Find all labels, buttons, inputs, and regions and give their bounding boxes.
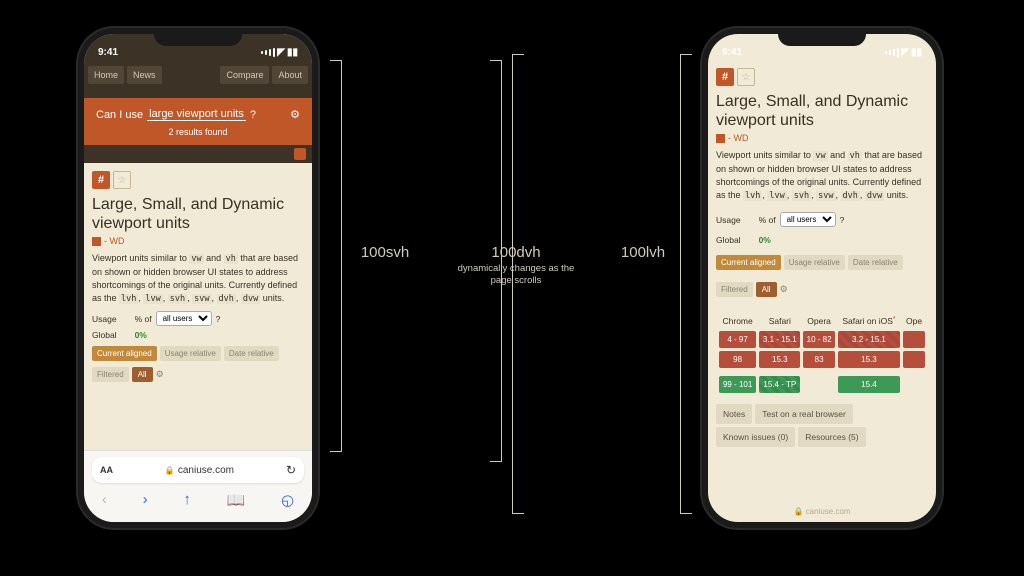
feature-desc: Viewport units similar to vw and vh that… xyxy=(716,149,928,202)
chip-usage-rel[interactable]: Usage relative xyxy=(784,255,845,270)
phone-left: 9:41 ◤ ▮▮ Home News Compare About Can I … xyxy=(78,28,318,528)
text-size-button[interactable]: AA xyxy=(100,465,113,475)
tab-test[interactable]: Test on a real browser xyxy=(755,404,853,424)
search-prefix: Can I use xyxy=(96,109,143,121)
star-icon[interactable]: ☆ xyxy=(113,171,131,189)
status-right-icons: ◤ ▮▮ xyxy=(261,47,298,58)
global-label: Global xyxy=(716,235,741,245)
bookmark-icon[interactable]: 📖 xyxy=(227,491,246,509)
sub-strip xyxy=(84,145,312,163)
phone-left-screen: 9:41 ◤ ▮▮ Home News Compare About Can I … xyxy=(84,34,312,522)
wifi-icon: ◤ xyxy=(277,47,285,58)
gear-icon[interactable]: ⚙ xyxy=(290,108,300,121)
support-row: 99 - 101 15.4 - TP 15.4 xyxy=(719,376,925,393)
usage-row: Usage % of all users ? xyxy=(716,212,928,227)
chip-current[interactable]: Current aligned xyxy=(92,346,157,361)
bracket-lvh xyxy=(680,54,692,514)
alignment-chips: Current aligned Usage relative Date rela… xyxy=(92,346,304,361)
footer-tabs: Notes Test on a real browser Known issue… xyxy=(716,404,928,447)
gear-icon[interactable]: ⚙ xyxy=(156,369,164,380)
notch xyxy=(154,28,242,46)
hash-icon[interactable]: # xyxy=(716,68,734,86)
nav-news[interactable]: News xyxy=(127,66,162,84)
global-label: Global xyxy=(92,330,117,340)
label-dvh: 100dvh dynamically changes as the page s… xyxy=(456,244,576,288)
safari-chrome: AA 🔒caniuse.com ↻ ‹ › ↑ 📖 ◵ xyxy=(84,450,312,522)
chip-current[interactable]: Current aligned xyxy=(716,255,781,270)
feature-title: Large, Small, and Dynamic viewport units xyxy=(92,195,304,233)
feature-desc: Viewport units similar to vw and vh that… xyxy=(92,252,304,305)
mini-address[interactable]: 🔒 caniuse.com xyxy=(708,507,936,516)
spec-status: - WD xyxy=(716,133,928,143)
spec-status: - WD xyxy=(92,236,304,246)
address-bar[interactable]: AA 🔒caniuse.com ↻ xyxy=(92,457,304,483)
nav-compare[interactable]: Compare xyxy=(220,66,269,84)
support-table: Chrome Safari Opera Safari on iOS* Ope 4… xyxy=(716,311,928,396)
tabs-icon[interactable]: ◵ xyxy=(281,491,294,509)
chip-all[interactable]: All xyxy=(756,282,777,297)
search-panel: Can I use large viewport units ? ⚙ 2 res… xyxy=(84,98,312,145)
feature-card: # ☆ Large, Small, and Dynamic viewport u… xyxy=(84,163,312,396)
support-row: 4 - 97 3.1 - 15.1 10 - 82 3.2 - 15.1 xyxy=(719,331,925,348)
battery-icon: ▮▮ xyxy=(911,47,922,58)
wifi-icon: ◤ xyxy=(901,47,909,58)
hash-icon[interactable]: # xyxy=(92,171,110,189)
usage-row: Usage % of all users ? xyxy=(92,311,304,326)
tab-known[interactable]: Known issues (0) xyxy=(716,427,795,447)
notch xyxy=(778,28,866,46)
global-pct: 0% xyxy=(759,235,771,245)
spec-icon xyxy=(716,134,725,143)
usage-select[interactable]: all users xyxy=(780,212,836,227)
nav-home[interactable]: Home xyxy=(88,66,124,84)
lock-icon: 🔒 xyxy=(793,507,803,516)
chip-usage-rel[interactable]: Usage relative xyxy=(160,346,221,361)
feature-title: Large, Small, and Dynamic viewport units xyxy=(716,92,928,130)
support-head: Chrome Safari Opera Safari on iOS* Ope xyxy=(719,314,925,328)
label-svh: 100svh xyxy=(350,244,420,261)
filter-icon[interactable] xyxy=(294,148,306,160)
alignment-chips: Current aligned Usage relative Date rela… xyxy=(716,255,928,270)
feature-card: # ☆ Large, Small, and Dynamic viewport u… xyxy=(708,34,936,522)
chip-date-rel[interactable]: Date relative xyxy=(848,255,903,270)
nav-about[interactable]: About xyxy=(272,66,308,84)
support-row: 98 15.3 83 15.3 xyxy=(719,351,925,368)
usage-select[interactable]: all users xyxy=(156,311,212,326)
status-time: 9:41 xyxy=(722,47,742,58)
chip-all[interactable]: All xyxy=(132,367,153,382)
reload-icon[interactable]: ↻ xyxy=(286,463,296,477)
back-icon[interactable]: ‹ xyxy=(102,491,107,508)
status-time: 9:41 xyxy=(98,47,118,58)
search-suffix: ? xyxy=(250,109,256,121)
label-lvh: 100lvh xyxy=(608,244,678,261)
phone-right-screen: 9:41 ◤ ▮▮ # ☆ Large, Small, and Dynamic … xyxy=(708,34,936,522)
share-icon[interactable]: ↑ xyxy=(183,491,191,508)
phone-right: 9:41 ◤ ▮▮ # ☆ Large, Small, and Dynamic … xyxy=(702,28,942,528)
safari-toolbar: ‹ › ↑ 📖 ◵ xyxy=(84,483,312,522)
spec-icon xyxy=(92,237,101,246)
global-pct: 0% xyxy=(135,330,147,340)
domain-label: caniuse.com xyxy=(178,465,234,476)
gear-icon[interactable]: ⚙ xyxy=(780,284,788,295)
chip-filtered[interactable]: Filtered xyxy=(92,367,129,382)
results-count: 2 results found xyxy=(168,127,227,137)
star-icon[interactable]: ☆ xyxy=(737,68,755,86)
tab-resources[interactable]: Resources (5) xyxy=(798,427,865,447)
tab-notes[interactable]: Notes xyxy=(716,404,752,424)
bracket-svh xyxy=(330,60,342,452)
chip-filtered[interactable]: Filtered xyxy=(716,282,753,297)
status-right-icons: ◤ ▮▮ xyxy=(885,47,922,58)
lock-icon: 🔒 xyxy=(165,466,175,475)
search-input[interactable]: large viewport units xyxy=(147,108,246,121)
chip-date-rel[interactable]: Date relative xyxy=(224,346,279,361)
forward-icon[interactable]: › xyxy=(143,491,148,508)
battery-icon: ▮▮ xyxy=(287,47,298,58)
